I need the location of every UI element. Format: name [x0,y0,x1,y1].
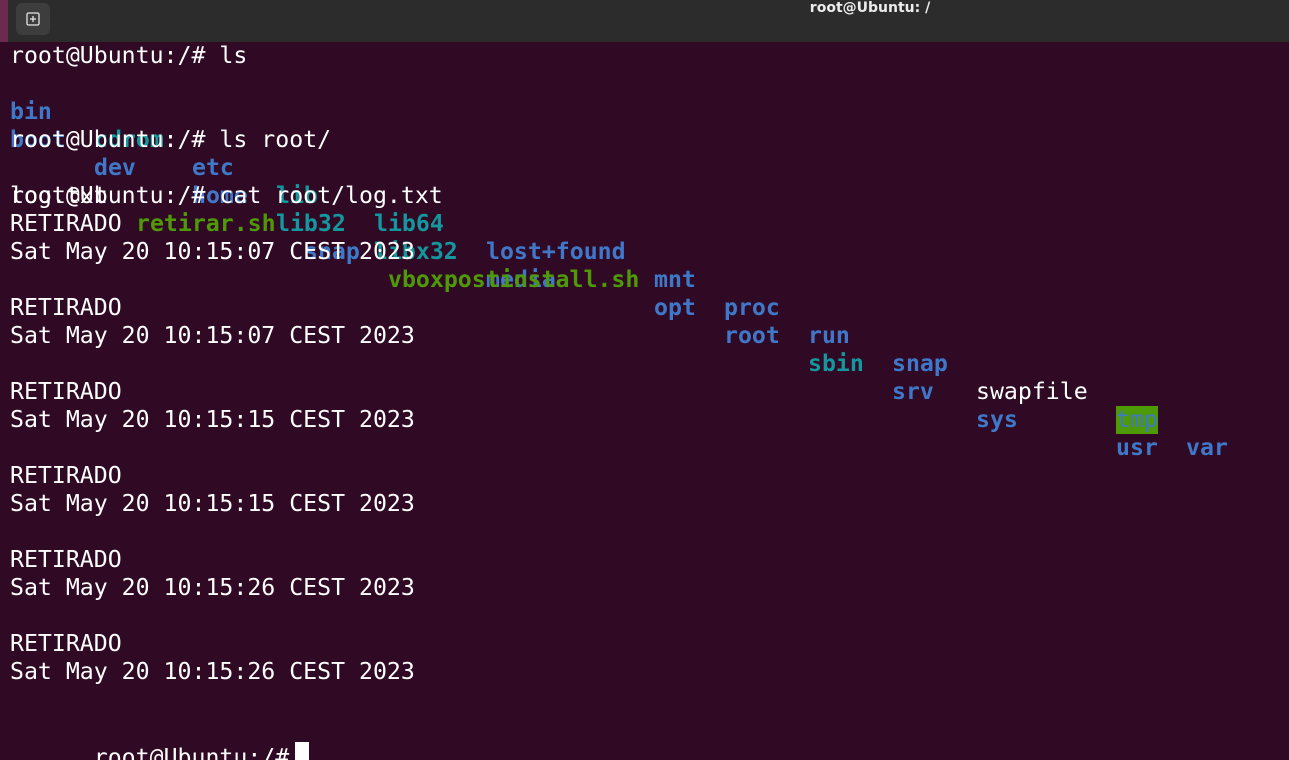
file-swapfile: swapfile [976,378,1088,405]
text-cursor [295,742,310,760]
command-prompt[interactable]: root@Ubuntu:/# [10,714,310,760]
link-sbin: sbin [808,350,864,377]
prompt-text: root@Ubuntu:/# [93,744,290,760]
log-date: Sat May 20 10:15:26 CEST 2023 [10,574,415,601]
terminal-content[interactable]: root@Ubuntu:/# ls bin cdrom etc lib lib6… [0,42,1289,760]
log-status: RETIRADO [10,630,122,657]
dir-var: var [1186,434,1228,461]
log-date: Sat May 20 10:15:07 CEST 2023 [10,322,415,349]
link-lib32: lib32 [276,210,346,237]
log-status: RETIRADO [10,546,122,573]
log-date: Sat May 20 10:15:15 CEST 2023 [10,490,415,517]
log-status: RETIRADO [10,294,122,321]
dir-usr: usr [1116,434,1158,461]
dir-run: run [808,322,850,349]
dir-mnt: mnt [654,266,696,293]
new-tab-icon [26,12,40,26]
log-status: RETIRADO [10,210,122,237]
dir-opt: opt [654,294,696,321]
dir-lost-found: lost+found [486,238,626,265]
new-tab-button[interactable] [16,3,50,35]
ls-root-output: log.txt retirar.sh snap vboxpostinstall.… [10,154,910,293]
terminal-window: root@Ubuntu: / root@Ubuntu:/# ls bin cdr… [0,0,1289,760]
log-date: Sat May 20 10:15:15 CEST 2023 [10,406,415,433]
dir-srv: srv [892,378,934,405]
log-date: Sat May 20 10:15:26 CEST 2023 [10,658,415,685]
ls-output-row-1: bin cdrom etc lib lib64 lost+found mnt p… [10,70,1280,461]
log-date: Sat May 20 10:15:07 CEST 2023 [10,238,415,265]
title-bar: root@Ubuntu: / [0,0,1289,42]
log-status: RETIRADO [10,378,122,405]
ls-output-row-2: boot dev home lib32 libx32 media opt roo… [10,98,1280,461]
dir-root: root [724,322,780,349]
dir-sys: sys [976,406,1018,433]
dir-proc: proc [724,294,780,321]
window-title: root@Ubuntu: / [809,0,931,16]
command-line-ls: root@Ubuntu:/# ls [10,42,248,69]
command-line-cat: root@Ubuntu:/# cat root/log.txt [10,182,443,209]
log-status: RETIRADO [10,462,122,489]
dir-tmp: tmp [1116,406,1158,434]
file-retirar-sh: retirar.sh [136,210,276,237]
link-lib64: lib64 [374,210,444,237]
file-vboxpostinstall-sh: vboxpostinstall.sh [388,266,640,293]
command-line-ls-root: root@Ubuntu:/# ls root/ [10,126,332,153]
dir-snap: snap [892,350,948,377]
